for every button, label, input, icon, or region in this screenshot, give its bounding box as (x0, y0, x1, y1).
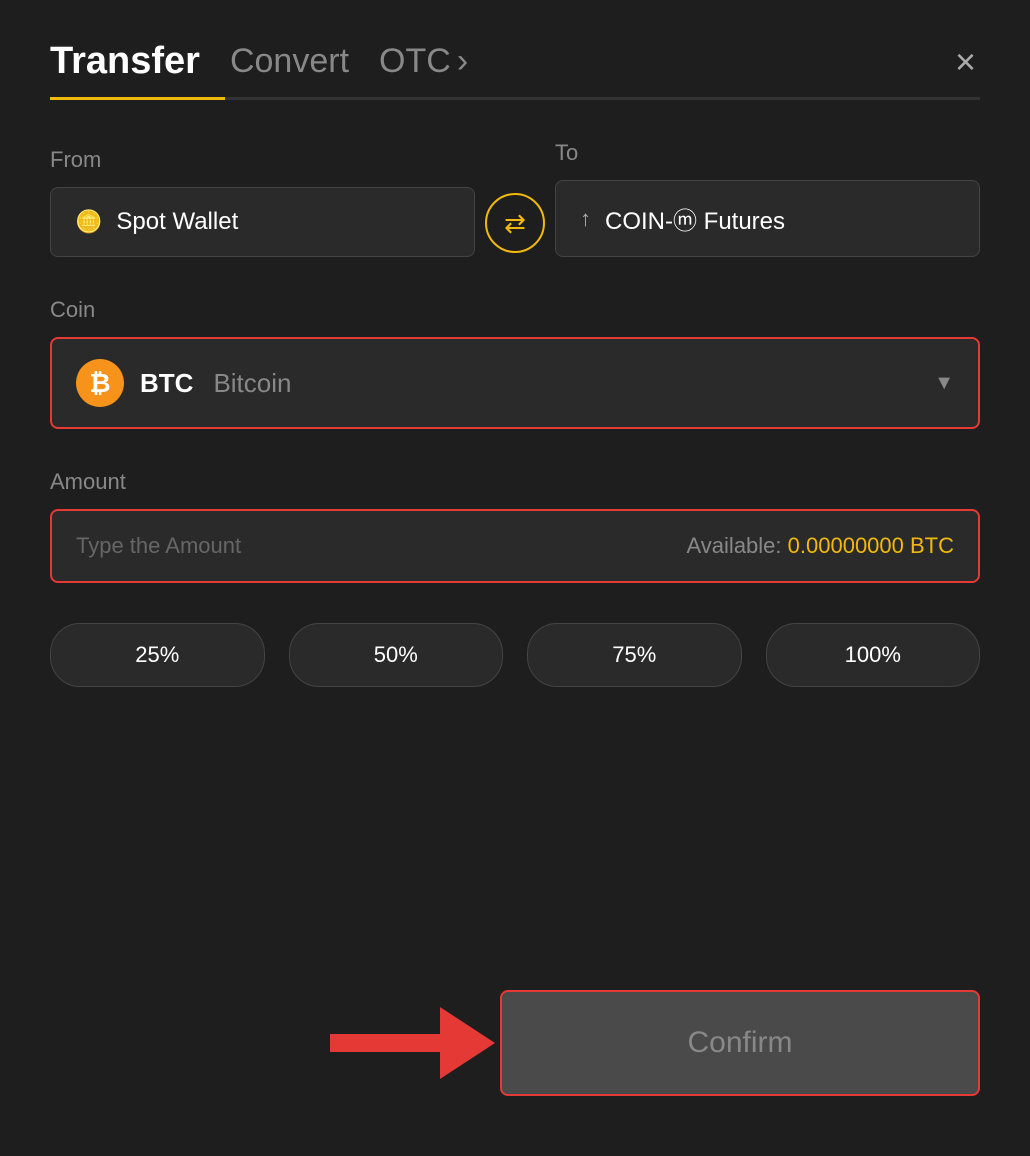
coin-selector[interactable]: ₿ BTC Bitcoin ▼ (50, 337, 980, 429)
amount-label: Amount (50, 469, 126, 494)
coin-section: Coin ₿ BTC Bitcoin ▼ (50, 297, 980, 429)
to-wallet-selector[interactable]: ↑ COIN-ⓜ Futures (555, 180, 980, 257)
close-button[interactable]: × (951, 40, 980, 84)
from-section: From 🪙 Spot Wallet (50, 147, 475, 257)
coin-symbol: BTC (140, 368, 193, 399)
tab-convert[interactable]: Convert (230, 42, 349, 95)
available-value: 0.00000000 BTC (788, 533, 954, 558)
btc-icon: ₿ (76, 359, 124, 407)
swap-button[interactable]: ⇄ (485, 193, 545, 253)
pct-50-button[interactable]: 50% (289, 623, 504, 687)
to-section: To ↑ COIN-ⓜ Futures (555, 140, 980, 257)
confirm-button[interactable]: Confirm (500, 990, 980, 1096)
from-to-row: From 🪙 Spot Wallet ⇄ To ↑ COIN-ⓜ Futures (50, 140, 980, 257)
tab-otc[interactable]: OTC › (379, 42, 468, 95)
from-wallet-selector[interactable]: 🪙 Spot Wallet (50, 187, 475, 257)
amount-input-box[interactable]: Type the Amount Available: 0.00000000 BT… (50, 509, 980, 583)
percentage-row: 25% 50% 75% 100% (50, 623, 980, 687)
pct-25-button[interactable]: 25% (50, 623, 265, 687)
pct-100-button[interactable]: 100% (766, 623, 981, 687)
transfer-modal: Transfer Convert OTC › × From 🪙 Spot Wal… (0, 0, 1030, 1156)
arrow-head (440, 1007, 495, 1079)
tab-row: Transfer Convert OTC › × (50, 40, 980, 97)
arrow-stem (330, 1034, 440, 1052)
amount-section: Amount Type the Amount Available: 0.0000… (50, 469, 980, 583)
coin-full-name: Bitcoin (213, 368, 291, 399)
futures-icon: ↑ (580, 206, 591, 232)
from-wallet-name: Spot Wallet (116, 208, 238, 236)
to-wallet-name: COIN-ⓜ Futures (605, 201, 785, 236)
tab-transfer[interactable]: Transfer (50, 40, 200, 97)
swap-icon: ⇄ (504, 208, 526, 239)
tab-underline-active (50, 97, 225, 100)
bottom-area: Confirm (50, 990, 980, 1096)
available-text: Available: 0.00000000 BTC (687, 533, 954, 559)
amount-placeholder: Type the Amount (76, 533, 241, 559)
coin-label: Coin (50, 297, 95, 322)
tab-underline (50, 97, 980, 100)
chevron-down-icon: ▼ (934, 372, 954, 395)
arrow-indicator (280, 1003, 500, 1083)
wallet-card-icon: 🪙 (75, 209, 102, 235)
from-label: From (50, 147, 475, 173)
to-label: To (555, 140, 980, 166)
pct-75-button[interactable]: 75% (527, 623, 742, 687)
swap-button-wrap: ⇄ (475, 193, 555, 257)
